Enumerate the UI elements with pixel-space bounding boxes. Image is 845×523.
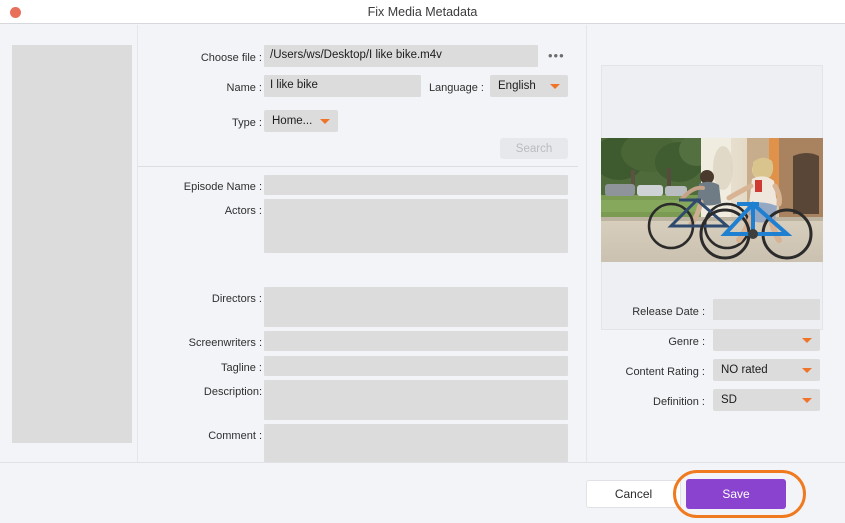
fix-media-metadata-dialog: Fix Media Metadata Choose file : /Users/… (0, 0, 845, 523)
directors-input[interactable] (264, 287, 568, 327)
save-button[interactable]: Save (686, 479, 786, 509)
tagline-input[interactable] (264, 356, 568, 376)
chevron-down-icon (802, 398, 812, 403)
media-thumbnail (601, 138, 823, 262)
language-select-value: English (498, 80, 536, 92)
artwork-placeholder[interactable] (12, 45, 132, 443)
name-label: Name : (158, 81, 262, 95)
description-input[interactable] (264, 380, 568, 420)
episode-name-label: Episode Name : (150, 180, 262, 194)
form-section-divider (138, 166, 578, 167)
language-label: Language : (368, 81, 484, 95)
comment-input[interactable] (264, 424, 568, 462)
cancel-button[interactable]: Cancel (586, 480, 681, 508)
search-button[interactable]: Search (500, 138, 568, 159)
browse-file-button[interactable]: ••• (548, 51, 565, 61)
genre-select[interactable] (713, 329, 820, 351)
chevron-down-icon (802, 338, 812, 343)
screenwriters-label: Screenwriters : (150, 336, 262, 350)
language-select[interactable]: English (490, 75, 568, 97)
content-rating-select[interactable]: NO rated (713, 359, 820, 381)
release-date-input[interactable] (713, 299, 820, 320)
content-rating-select-value: NO rated (721, 364, 768, 376)
chevron-down-icon (802, 368, 812, 373)
chevron-down-icon (550, 84, 560, 89)
type-select-value: Home... (272, 115, 312, 127)
window-title: Fix Media Metadata (0, 0, 845, 24)
type-label: Type : (158, 116, 262, 130)
release-date-label: Release Date : (601, 305, 705, 319)
directors-label: Directors : (150, 292, 262, 306)
definition-label: Definition : (601, 395, 705, 409)
description-label: Description: (150, 385, 262, 399)
genre-label: Genre : (601, 335, 705, 349)
chevron-down-icon (320, 119, 330, 124)
comment-label: Comment : (150, 429, 262, 443)
choose-file-label: Choose file : (158, 51, 262, 65)
title-bar: Fix Media Metadata (0, 0, 845, 24)
dialog-body: Choose file : /Users/ws/Desktop/I like b… (0, 25, 845, 462)
actors-label: Actors : (150, 204, 262, 218)
choose-file-input[interactable]: /Users/ws/Desktop/I like bike.m4v (264, 45, 538, 67)
actors-input[interactable] (264, 199, 568, 253)
left-divider (137, 25, 138, 462)
tagline-label: Tagline : (150, 361, 262, 375)
content-rating-label: Content Rating : (591, 365, 705, 379)
screenwriters-input[interactable] (264, 331, 568, 351)
definition-select[interactable]: SD (713, 389, 820, 411)
type-select[interactable]: Home... (264, 110, 338, 132)
definition-select-value: SD (721, 394, 737, 406)
right-divider (586, 25, 587, 462)
episode-name-input[interactable] (264, 175, 568, 195)
